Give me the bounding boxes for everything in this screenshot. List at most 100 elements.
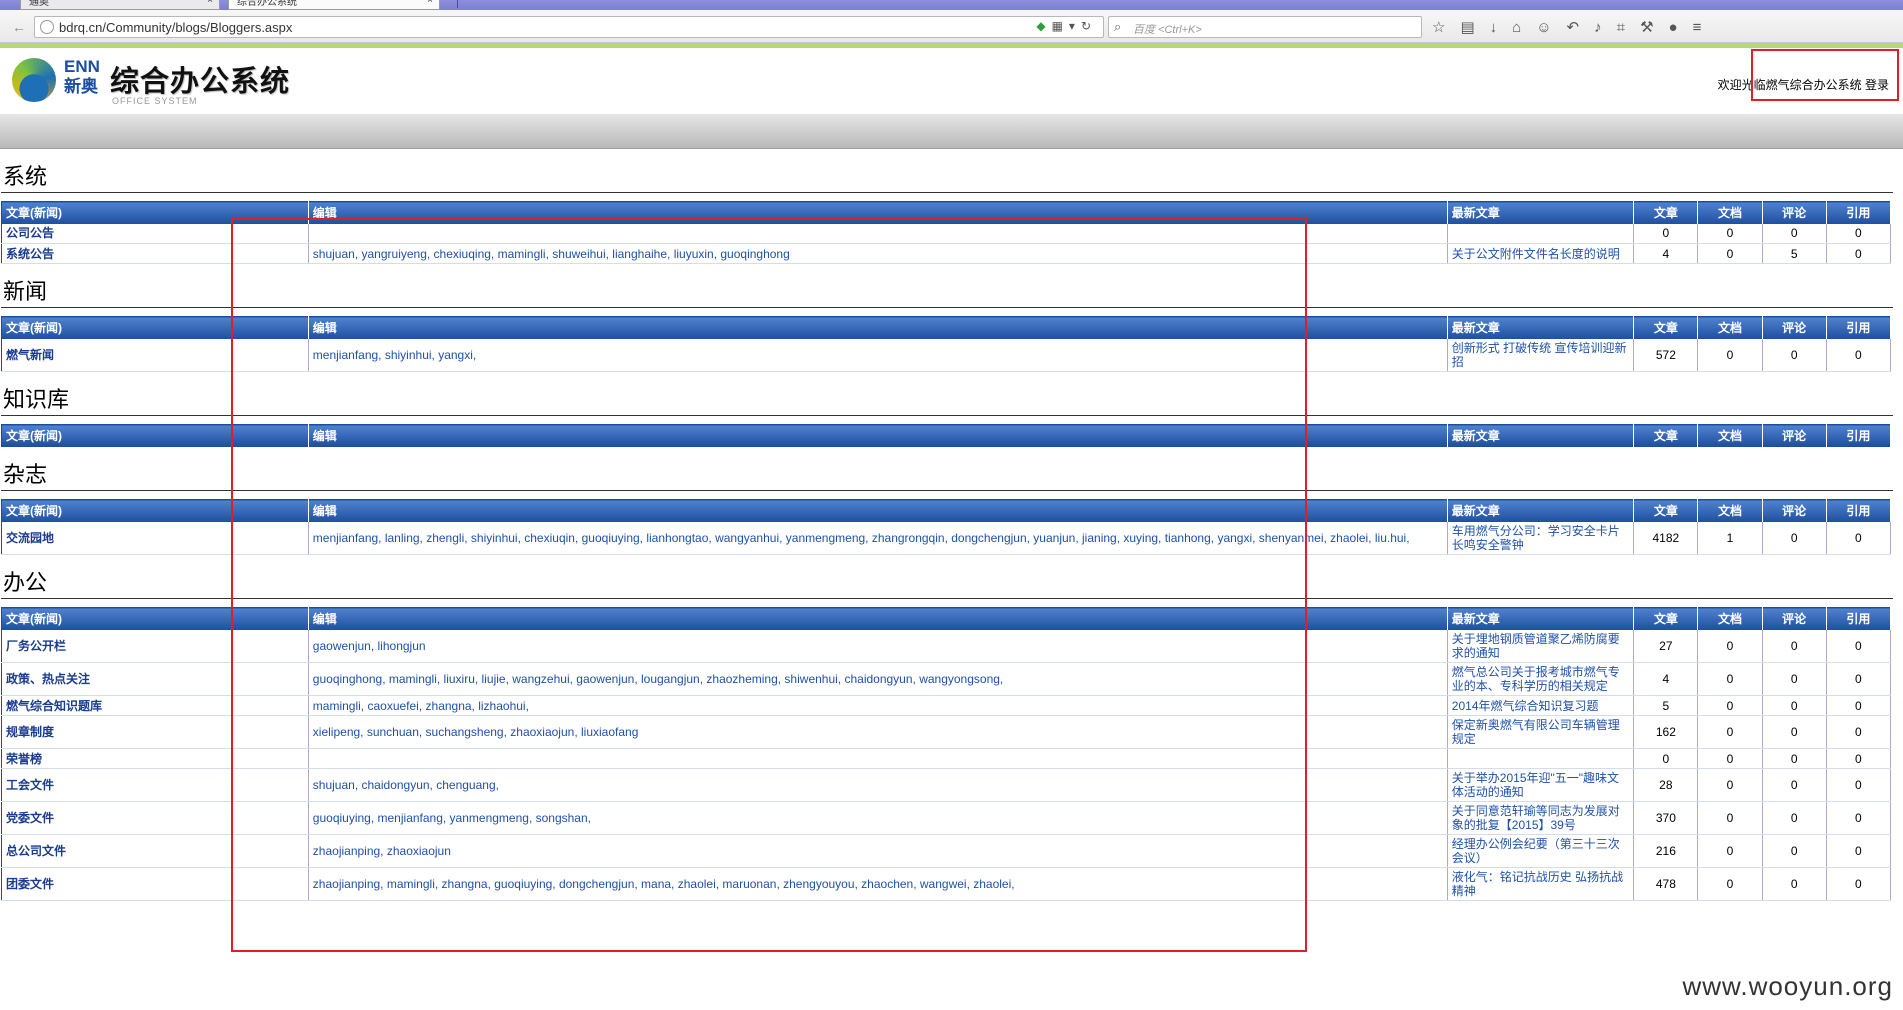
column-header-articles: 文章 <box>1633 499 1699 522</box>
column-header-category: 文章(新闻) <box>1 201 309 224</box>
download-icon[interactable]: ↓ <box>1490 19 1513 36</box>
latest-article-link[interactable] <box>1447 223 1635 244</box>
ref-count: 0 <box>1826 521 1892 555</box>
comment-count: 0 <box>1762 338 1827 372</box>
category-link[interactable]: 荣誉榜 <box>1 748 309 769</box>
category-link[interactable]: 燃气综合知识题库 <box>1 695 309 716</box>
article-count: 4182 <box>1633 521 1699 555</box>
volume-icon[interactable]: ♪ <box>1594 19 1617 36</box>
watermark: www.wooyun.org <box>1682 971 1893 1001</box>
column-header-editors: 编辑 <box>308 316 1448 339</box>
editors-list[interactable] <box>308 748 1448 769</box>
category-link[interactable]: 公司公告 <box>1 223 309 244</box>
table-header-row: 文章(新闻) 编辑 最新文章 文章 文档 评论 引用 <box>1 201 1892 224</box>
column-header-latest: 最新文章 <box>1447 316 1635 339</box>
doc-count: 0 <box>1697 629 1763 663</box>
editors-list[interactable]: shujuan, chaidongyun, chenguang, <box>308 768 1448 802</box>
back-arrow-icon[interactable]: ← <box>8 18 30 36</box>
editors-list[interactable]: menjianfang, shiyinhui, yangxi, <box>308 338 1448 372</box>
article-count: 4 <box>1633 662 1699 696</box>
crop-icon[interactable]: ⌗ <box>1617 19 1640 36</box>
latest-article-link[interactable]: 创新形式 打破传统 宣传培训迎新招 <box>1447 338 1635 372</box>
editors-list[interactable]: mamingli, caoxuefei, zhangna, lizhaohui, <box>308 695 1448 716</box>
editors-list[interactable]: menjianfang, lanling, zhengli, shiyinhui… <box>308 521 1448 555</box>
latest-article-link[interactable]: 2014年燃气综合知识复习题 <box>1447 695 1635 716</box>
table-row: 团委文件 zhaojianping, mamingli, zhangna, guo… <box>1 867 1892 901</box>
url-bar[interactable]: bdrq.cn/Community/blogs/Bloggers.aspx ◆▦… <box>34 16 1104 38</box>
column-header-editors: 编辑 <box>308 201 1448 224</box>
table-row: 交流园地 menjianfang, lanling, zhengli, shiyi… <box>1 521 1892 555</box>
latest-article-link[interactable]: 液化气：铭记抗战历史 弘扬抗战精神 <box>1447 867 1635 901</box>
comment-count: 0 <box>1762 768 1827 802</box>
column-header-docs: 文档 <box>1697 316 1763 339</box>
editors-list[interactable]: shujuan, yangruiyeng, chexiuqing, maming… <box>308 243 1448 264</box>
category-link[interactable]: 党委文件 <box>1 801 309 835</box>
star-icon[interactable]: ☆ <box>1432 19 1460 36</box>
column-header-refs: 引用 <box>1826 607 1892 630</box>
browser-tab-1[interactable]: 通奥 × <box>20 0 220 10</box>
browser-tab-2[interactable]: 综合办公系统 × <box>228 0 440 10</box>
latest-article-link[interactable]: 关于公文附件文件名长度的说明 <box>1447 243 1635 264</box>
editors-list[interactable]: zhaojianping, zhaoxiaojun <box>308 834 1448 868</box>
close-icon[interactable]: × <box>207 0 213 6</box>
url-text[interactable]: bdrq.cn/Community/blogs/Bloggers.aspx <box>59 20 292 35</box>
editors-list[interactable]: zhaojianping, mamingli, zhangna, guoqiuy… <box>308 867 1448 901</box>
ref-count: 0 <box>1826 834 1892 868</box>
doc-count: 0 <box>1697 801 1763 835</box>
column-header-comments: 评论 <box>1762 316 1827 339</box>
reading-list-icon[interactable]: ▤ <box>1460 19 1489 36</box>
enn-emblem-icon <box>12 58 56 102</box>
editors-list[interactable] <box>308 223 1448 244</box>
category-link[interactable]: 系统公告 <box>1 243 309 264</box>
doc-count: 0 <box>1697 867 1763 901</box>
urlbar-icons: ◆▦▾↻ <box>1036 19 1097 33</box>
tools-icon[interactable]: ⚒ <box>1640 19 1668 36</box>
category-link[interactable]: 团委文件 <box>1 867 309 901</box>
home-icon[interactable]: ⌂ <box>1512 19 1536 36</box>
search-bar[interactable]: ⌕ 百度 <Ctrl+K> <box>1108 16 1422 38</box>
category-link[interactable]: 交流园地 <box>1 521 309 555</box>
close-icon[interactable]: × <box>427 0 433 6</box>
reload-icon[interactable]: ↻ <box>1081 19 1097 33</box>
latest-article-link[interactable]: 车用燃气分公司：学习安全卡片 长鸣安全警钟 <box>1447 521 1635 555</box>
editors-list[interactable]: gaowenjun, lihongjun <box>308 629 1448 663</box>
comment-count: 5 <box>1762 243 1827 264</box>
extension-icon[interactable]: ● <box>1669 19 1693 36</box>
latest-article-link[interactable]: 经理办公例会纪要（第三十三次会议） <box>1447 834 1635 868</box>
column-header-docs: 文档 <box>1697 201 1763 224</box>
category-link[interactable]: 总公司文件 <box>1 834 309 868</box>
menu-icon[interactable]: ≡ <box>1693 19 1717 36</box>
dropdown-icon[interactable]: ▾ <box>1069 19 1081 33</box>
category-link[interactable]: 燃气新闻 <box>1 338 309 372</box>
latest-article-link[interactable] <box>1447 748 1635 769</box>
logo[interactable]: ENN 新奥 综合办公系统 OFFICE SYSTEM <box>4 50 302 112</box>
latest-article-link[interactable]: 关于同意范轩瑜等同志为发展对象的批复【2015】39号 <box>1447 801 1635 835</box>
category-link[interactable]: 政策、热点关注 <box>1 662 309 696</box>
article-count: 28 <box>1633 768 1699 802</box>
doc-count: 0 <box>1697 662 1763 696</box>
editors-list[interactable]: xielipeng, sunchuan, suchangsheng, zhaox… <box>308 715 1448 749</box>
undo-icon[interactable]: ↶ <box>1567 19 1595 36</box>
section-title: 杂志 <box>1 447 1893 491</box>
site-title: 综合办公系统 <box>110 64 291 98</box>
latest-article-link[interactable]: 燃气总公司关于报考城市燃气专业的本、专科学历的相关规定 <box>1447 662 1635 696</box>
column-header-category: 文章(新闻) <box>1 607 309 630</box>
qr-icon[interactable]: ▦ <box>1052 19 1069 33</box>
editors-list[interactable]: guoqinghong, mamingli, liuxiru, liujie, … <box>308 662 1448 696</box>
blog-table: 文章(新闻) 编辑 最新文章 文章 文档 评论 引用 <box>1 424 1892 447</box>
latest-article-link[interactable]: 关于埋地钢质管道聚乙烯防腐要求的通知 <box>1447 629 1635 663</box>
comment-count: 0 <box>1762 695 1827 716</box>
editors-list[interactable]: guoqiuying, menjianfang, yanmengmeng, so… <box>308 801 1448 835</box>
shield-icon[interactable]: ◆ <box>1036 19 1051 33</box>
category-link[interactable]: 厂务公开栏 <box>1 629 309 663</box>
table-row: 燃气综合知识题库 mamingli, caoxuefei, zhangna, li… <box>1 695 1892 716</box>
latest-article-link[interactable]: 关于举办2015年迎"五一"趣味文体活动的通知 <box>1447 768 1635 802</box>
header-divider-bar <box>0 114 1903 149</box>
chat-icon[interactable]: ☺ <box>1536 19 1566 36</box>
latest-article-link[interactable]: 保定新奥燃气有限公司车辆管理规定 <box>1447 715 1635 749</box>
category-link[interactable]: 工会文件 <box>1 768 309 802</box>
category-link[interactable]: 规章制度 <box>1 715 309 749</box>
column-header-refs: 引用 <box>1826 424 1892 447</box>
table-row: 规章制度 xielipeng, sunchuan, suchangsheng, z… <box>1 715 1892 749</box>
new-tab-button[interactable] <box>446 0 458 8</box>
